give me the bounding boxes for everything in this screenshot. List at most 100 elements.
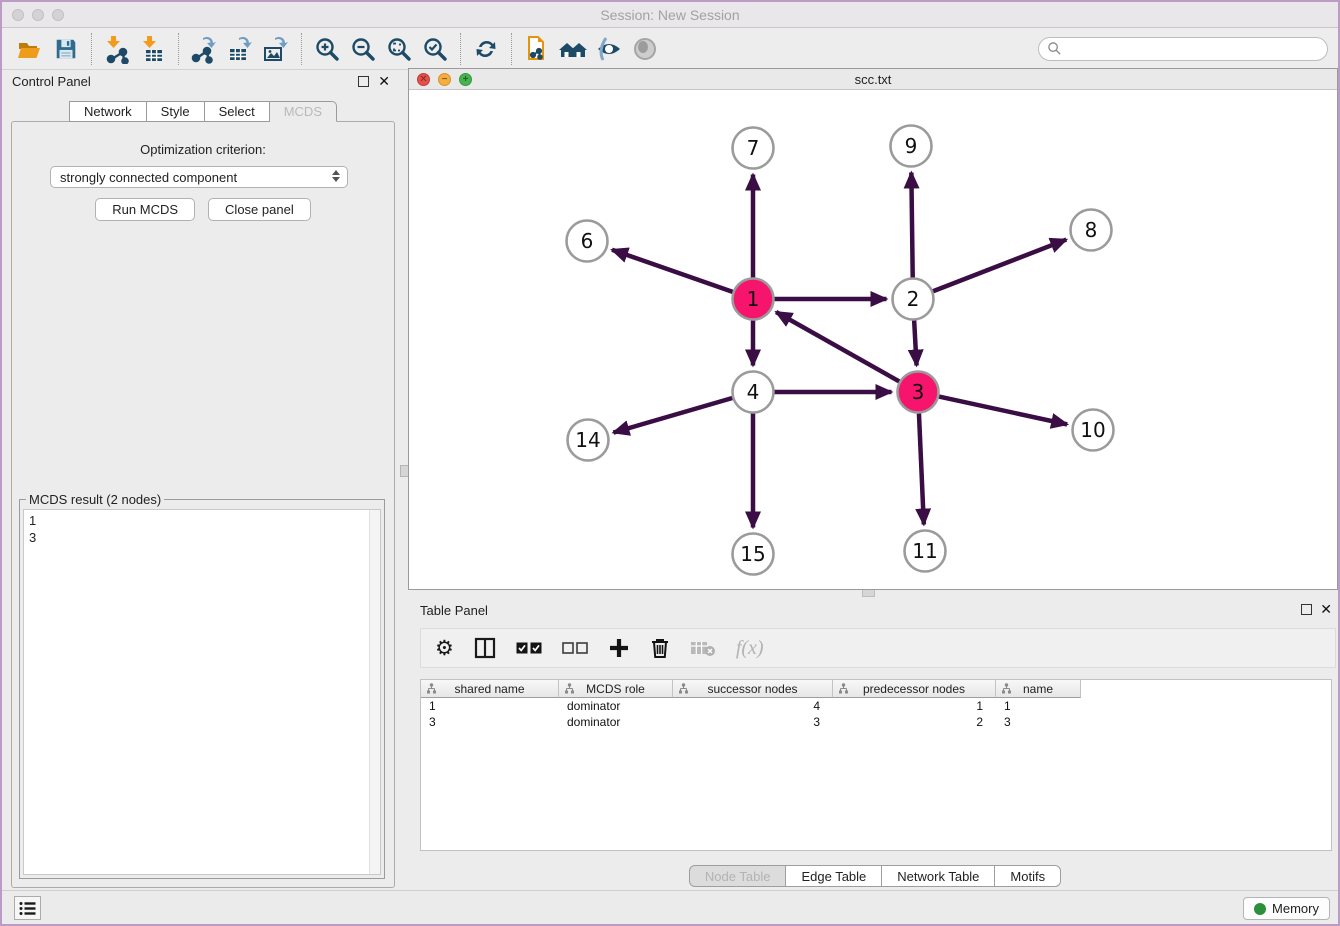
tab-mcds[interactable]: MCDS <box>270 101 337 122</box>
table-row[interactable]: 1dominator411 <box>421 698 1331 714</box>
table-panel: Table Panel ✕ ⚙ f(x) <box>408 598 1340 892</box>
graph-edge-3-11[interactable] <box>919 413 924 524</box>
column-header-name[interactable]: name <box>996 680 1081 698</box>
table-cell-filler <box>1081 714 1331 730</box>
add-column-button[interactable] <box>608 634 630 662</box>
tab-motifs[interactable]: Motifs <box>995 865 1061 887</box>
table-row[interactable]: 3dominator323 <box>421 714 1331 730</box>
network-window-titlebar[interactable]: ✕ − + scc.txt <box>409 69 1337 90</box>
export-network-button[interactable] <box>186 32 222 66</box>
refresh-icon <box>472 35 500 63</box>
task-history-button[interactable] <box>14 896 41 920</box>
column-header-predecessor-nodes[interactable]: predecessor nodes <box>833 680 996 698</box>
column-header-shared-name[interactable]: shared name <box>421 680 559 698</box>
table-cell[interactable]: dominator <box>559 698 673 714</box>
save-session-button[interactable] <box>48 32 84 66</box>
hide-graphics-details-button[interactable] <box>591 32 627 66</box>
table-cell[interactable]: 1 <box>833 698 996 714</box>
plus-icon <box>608 637 630 659</box>
tab-node-table[interactable]: Node Table <box>689 865 787 887</box>
network-canvas[interactable]: 7968124314101511 <box>409 90 1337 589</box>
select-all-button[interactable] <box>516 634 542 662</box>
refresh-view-button[interactable] <box>468 32 504 66</box>
memory-label: Memory <box>1272 901 1319 916</box>
table-cell[interactable]: 3 <box>996 714 1081 730</box>
open-session-button[interactable] <box>12 32 48 66</box>
table-settings-button[interactable]: ⚙ <box>435 634 454 662</box>
network-graph: 7968124314101511 <box>409 90 1337 589</box>
graph-edges[interactable] <box>612 172 1067 527</box>
zoom-out-button[interactable] <box>345 32 381 66</box>
result-scrollbar[interactable] <box>369 510 380 874</box>
column-header-MCDS-role[interactable]: MCDS role <box>559 680 673 698</box>
run-mcds-button[interactable]: Run MCDS <box>95 198 195 221</box>
graph-node-label-4: 4 <box>747 380 760 404</box>
table-cell[interactable]: 1 <box>421 698 559 714</box>
export-image-button[interactable] <box>258 32 294 66</box>
graph-node-label-1: 1 <box>747 287 760 311</box>
column-type-icon <box>678 683 689 694</box>
graph-edge-2-8[interactable] <box>933 240 1066 292</box>
status-bar: Memory <box>2 890 1338 924</box>
select-stepper-icon <box>332 170 340 182</box>
search-input[interactable] <box>1068 41 1319 56</box>
table-cell-filler <box>1081 698 1331 714</box>
import-table-button[interactable] <box>135 32 171 66</box>
toolbar-separator <box>460 33 461 65</box>
import-network-button[interactable] <box>99 32 135 66</box>
graph-edge-1-6[interactable] <box>612 250 733 292</box>
mcds-result-area[interactable]: 1 3 <box>23 509 381 875</box>
zoom-out-icon <box>349 35 377 63</box>
table-cell[interactable]: 4 <box>673 698 833 714</box>
tab-network[interactable]: Network <box>69 101 147 122</box>
memory-status-icon <box>1254 903 1266 915</box>
optimization-criterion-label: Optimization criterion: <box>12 142 394 157</box>
float-panel-icon[interactable] <box>358 76 369 87</box>
table-cell[interactable]: 1 <box>996 698 1081 714</box>
zoom-fit-button[interactable] <box>381 32 417 66</box>
float-table-panel-icon[interactable] <box>1301 604 1312 615</box>
tab-select[interactable]: Select <box>205 101 270 122</box>
delete-table-button-disabled <box>690 634 716 662</box>
close-table-panel-icon[interactable]: ✕ <box>1320 601 1332 617</box>
criterion-select[interactable]: strongly connected component <box>50 166 348 188</box>
table-cell[interactable]: 3 <box>673 714 833 730</box>
horizontal-splitter-grip[interactable] <box>862 589 875 597</box>
table-toolbar: ⚙ f(x) <box>420 628 1336 668</box>
zoom-in-button[interactable] <box>309 32 345 66</box>
trash-icon <box>650 637 670 659</box>
app-window: Session: New Session <box>0 0 1340 926</box>
zoom-selected-button[interactable] <box>417 32 453 66</box>
delete-column-button[interactable] <box>650 634 670 662</box>
deselect-all-button[interactable] <box>562 634 588 662</box>
tab-style[interactable]: Style <box>147 101 205 122</box>
session-title: Session: New Session <box>2 7 1338 23</box>
close-panel-button[interactable]: Close panel <box>208 198 311 221</box>
show-column-button[interactable] <box>474 634 496 662</box>
graph-edge-4-14[interactable] <box>613 398 732 433</box>
graph-edge-3-1[interactable] <box>776 312 899 381</box>
zoom-fit-icon <box>385 35 413 63</box>
toolbar-separator <box>91 33 92 65</box>
delete-table-icon <box>690 639 716 657</box>
import-network-icon <box>102 34 132 64</box>
column-header-successor-nodes[interactable]: successor nodes <box>673 680 833 698</box>
home-layout-button[interactable] <box>555 32 591 66</box>
memory-button[interactable]: Memory <box>1243 897 1330 920</box>
list-icon <box>19 901 36 916</box>
tab-network-table[interactable]: Network Table <box>882 865 995 887</box>
export-table-icon <box>225 34 255 64</box>
save-floppy-icon <box>53 36 79 62</box>
graph-edge-2-9[interactable] <box>911 172 912 277</box>
export-table-button[interactable] <box>222 32 258 66</box>
graph-edge-3-10[interactable] <box>939 397 1067 425</box>
tab-edge-table[interactable]: Edge Table <box>786 865 882 887</box>
table-cell[interactable]: 3 <box>421 714 559 730</box>
close-panel-icon[interactable]: ✕ <box>378 73 390 89</box>
copy-network-view-button[interactable] <box>519 32 555 66</box>
network-window-title: scc.txt <box>409 72 1337 87</box>
table-cell[interactable]: 2 <box>833 714 996 730</box>
table-cell[interactable]: dominator <box>559 714 673 730</box>
global-search[interactable] <box>1038 37 1328 61</box>
graph-edge-2-3[interactable] <box>914 320 916 365</box>
